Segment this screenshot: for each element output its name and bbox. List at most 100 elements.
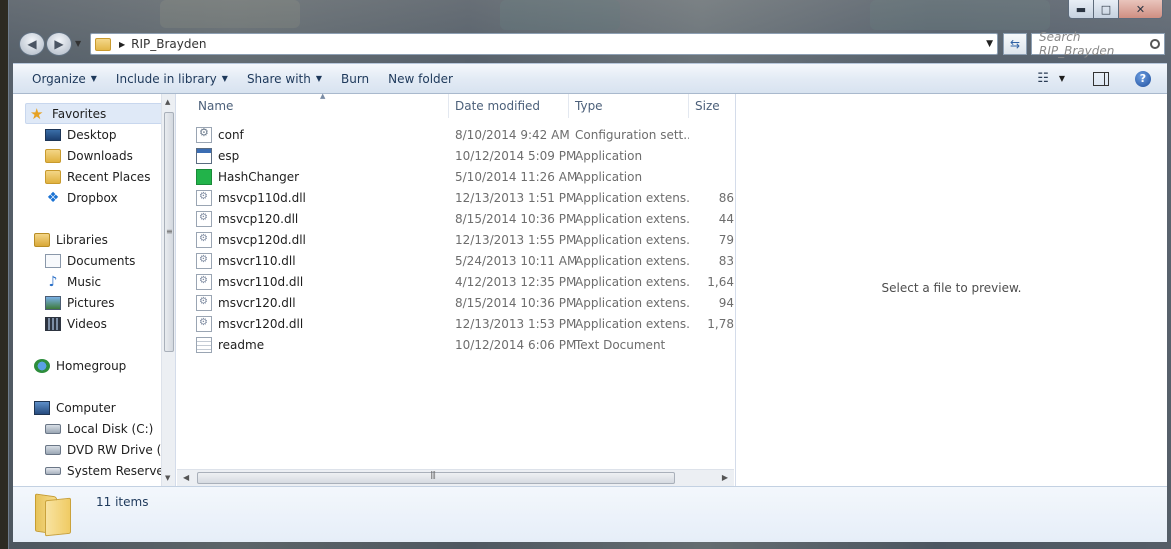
scroll-right-icon[interactable]: ▶ — [722, 473, 728, 482]
dll-icon — [196, 252, 212, 269]
file-size: 44 — [718, 211, 734, 226]
file-row[interactable]: msvcr110.dll 5/24/2013 10:11 AMApplicatio… — [192, 250, 734, 271]
minimize-button[interactable]: ▬ — [1068, 0, 1094, 19]
file-row[interactable]: msvcp120.dll 8/15/2014 10:36 PMApplicatio… — [192, 208, 734, 229]
homegroup-icon — [34, 358, 50, 373]
forward-button[interactable]: ▶ — [46, 32, 72, 56]
nav-item-music[interactable]: ♪ Music — [45, 272, 102, 291]
search-icon — [1150, 39, 1160, 49]
nav-item-documents[interactable]: Documents — [45, 251, 135, 270]
burn-button[interactable]: Burn — [333, 72, 377, 86]
file-name-cell[interactable]: msvcp120.dll — [192, 210, 449, 227]
folder-icon — [95, 37, 111, 51]
file-name-cell[interactable]: HashChanger — [192, 168, 449, 185]
file-row[interactable]: msvcp110d.dll 12/13/2013 1:51 PMApplicati… — [192, 187, 734, 208]
nav-libraries[interactable]: Libraries — [34, 230, 108, 249]
file-row[interactable]: msvcr110d.dll 4/12/2013 12:35 PMApplicati… — [192, 271, 734, 292]
nav-item-label: System Reserved — [67, 463, 172, 478]
breadcrumb-current-folder[interactable]: RIP_Brayden — [131, 37, 206, 51]
music-icon: ♪ — [48, 273, 58, 290]
column-header-date-modified[interactable]: Date modified — [449, 94, 569, 118]
scroll-down-icon[interactable]: ▼ — [165, 474, 170, 482]
scroll-up-icon[interactable]: ▲ — [165, 98, 170, 106]
dvd-drive-icon — [45, 444, 61, 455]
column-header-type[interactable]: Type — [569, 94, 689, 118]
nav-item-desktop[interactable]: Desktop — [45, 125, 117, 144]
file-row[interactable]: conf 8/10/2014 9:42 AM Configuration sett.… — [192, 124, 734, 145]
nav-item-dropbox[interactable]: ❖ Dropbox — [45, 188, 118, 207]
scroll-left-icon[interactable]: ◀ — [183, 473, 189, 482]
horizontal-scrollbar[interactable]: ◀ ||| ▶ — [177, 469, 734, 486]
change-view-icon[interactable]: ☷ — [1037, 71, 1049, 86]
file-name-cell[interactable]: esp — [192, 147, 449, 164]
file-name-cell[interactable]: msvcr120.dll — [192, 294, 449, 311]
file-row[interactable]: msvcp120d.dll 12/13/2013 1:55 PMApplicati… — [192, 229, 734, 250]
file-name-cell[interactable]: msvcp120d.dll — [192, 231, 449, 248]
nav-item-system-reserved[interactable]: System Reserved — [45, 461, 171, 480]
column-header-size[interactable]: Size — [689, 94, 734, 118]
file-name: msvcr110.dll — [218, 253, 296, 268]
file-row[interactable]: HashChanger 5/10/2014 11:26 AM Application — [192, 166, 734, 187]
recent-pages-dropdown[interactable]: ▼ — [75, 39, 81, 48]
file-name-cell[interactable]: msvcr120d.dll — [192, 315, 449, 332]
nav-pane-scrollbar[interactable]: ▲ ≡ ▼ — [161, 94, 175, 486]
nav-item-label: DVD RW Drive (D — [67, 442, 171, 457]
column-header-name[interactable]: Name — [192, 94, 449, 118]
nav-computer[interactable]: Computer — [34, 398, 116, 417]
settings-file-icon — [196, 126, 212, 143]
address-bar[interactable]: ▶ RIP_Brayden ▼ — [90, 33, 998, 55]
breadcrumb-chevron-icon[interactable]: ▶ — [119, 40, 125, 49]
caption-buttons: ▬ □ ✕ — [1068, 0, 1163, 19]
file-date-modified: 8/15/2014 10:36 PM — [455, 295, 577, 310]
nav-item-downloads[interactable]: Downloads — [45, 146, 133, 165]
scrollbar-thumb[interactable] — [197, 472, 675, 484]
file-name-cell[interactable]: msvcr110d.dll — [192, 273, 449, 290]
file-name: esp — [218, 148, 240, 163]
include-in-library-button[interactable]: Include in library ▼ — [108, 72, 236, 86]
nav-item-label: Pictures — [67, 295, 115, 310]
file-size: 79 — [718, 232, 734, 247]
refresh-button[interactable]: ⇆ — [1003, 33, 1027, 55]
nav-computer-label: Computer — [56, 400, 116, 415]
help-icon[interactable]: ? — [1135, 70, 1151, 87]
file-row[interactable]: msvcr120d.dll 12/13/2013 1:53 PMApplicati… — [192, 313, 734, 334]
dll-icon — [196, 231, 212, 248]
file-name-cell[interactable]: readme — [192, 336, 449, 353]
nav-homegroup[interactable]: Homegroup — [34, 356, 126, 375]
nav-item-videos[interactable]: Videos — [45, 314, 107, 333]
nav-item-local-disk[interactable]: Local Disk (C:) — [45, 419, 153, 438]
view-options-dropdown[interactable]: ▼ — [1059, 74, 1065, 83]
file-row[interactable]: readme 10/12/2014 6:06 PM Text Document — [192, 334, 734, 355]
file-type: Application extens... — [575, 190, 689, 205]
file-name-cell[interactable]: msvcr110.dll — [192, 252, 449, 269]
nav-item-dvd-drive[interactable]: DVD RW Drive (D — [45, 440, 171, 459]
file-row[interactable]: esp 10/12/2014 5:09 PM Application — [192, 145, 734, 166]
nav-item-label: Videos — [67, 316, 107, 331]
share-with-button[interactable]: Share with ▼ — [239, 72, 330, 86]
pictures-icon — [45, 295, 61, 310]
command-toolbar: Organize ▼ Include in library ▼ Share with… — [13, 63, 1167, 94]
chevron-down-icon: ▼ — [315, 74, 322, 83]
back-button[interactable]: ◀ — [19, 32, 45, 56]
new-folder-button[interactable]: New folder — [380, 72, 461, 86]
nav-item-recent-places[interactable]: Recent Places — [45, 167, 150, 186]
nav-favorites[interactable]: ★ Favorites — [25, 103, 163, 124]
file-date-modified: 4/12/2013 12:35 PM — [455, 274, 577, 289]
address-dropdown-icon[interactable]: ▼ — [986, 39, 993, 49]
file-name-cell[interactable]: msvcp110d.dll — [192, 189, 449, 206]
close-button[interactable]: ✕ — [1119, 0, 1163, 19]
maximize-button[interactable]: □ — [1094, 0, 1119, 19]
preview-pane-icon[interactable] — [1093, 71, 1109, 86]
file-type: Application — [575, 148, 643, 163]
nav-item-pictures[interactable]: Pictures — [45, 293, 115, 312]
file-size: 86 — [718, 190, 734, 205]
file-name: conf — [218, 127, 244, 142]
file-size: 1,64 — [707, 274, 734, 289]
file-date-modified: 8/10/2014 9:42 AM — [455, 127, 570, 142]
file-name-cell[interactable]: conf — [192, 126, 449, 143]
search-input[interactable]: Search RIP_Brayden — [1031, 30, 1165, 58]
file-size: 83 — [718, 253, 734, 268]
dll-icon — [196, 273, 212, 290]
file-row[interactable]: msvcr120.dll 8/15/2014 10:36 PMApplicatio… — [192, 292, 734, 313]
organize-button[interactable]: Organize ▼ — [24, 72, 105, 86]
